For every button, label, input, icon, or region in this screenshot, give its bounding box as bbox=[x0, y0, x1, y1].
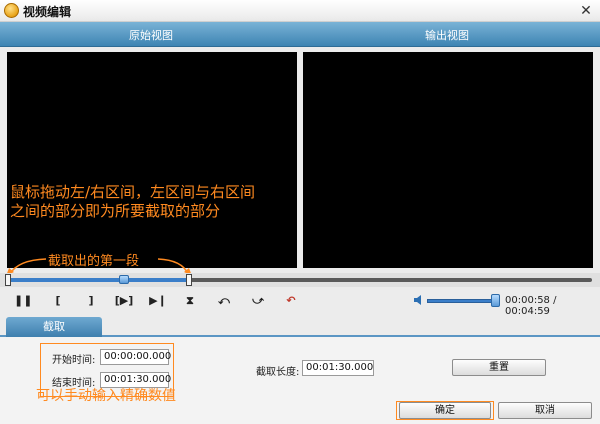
pause-button[interactable]: ❚❚ bbox=[14, 293, 32, 309]
start-time-label: 开始时间: bbox=[52, 355, 96, 366]
title-bar: 视频编辑 ✕ bbox=[0, 0, 600, 22]
output-video-pane bbox=[303, 52, 593, 268]
mark-out-button[interactable]: ] bbox=[82, 293, 100, 309]
tab-trim[interactable]: 截取 bbox=[6, 317, 102, 337]
volume-thumb[interactable] bbox=[491, 294, 500, 307]
time-readout: 00:00:58 / 00:04:59 bbox=[505, 295, 557, 317]
reset-button[interactable]: 重置 bbox=[452, 359, 546, 376]
play-segment-button[interactable]: [▶] bbox=[112, 293, 136, 309]
range-end-handle[interactable] bbox=[186, 274, 192, 286]
start-time-input[interactable]: 00:00:00.000 bbox=[100, 349, 171, 365]
output-view-label: 输出视图 bbox=[425, 29, 469, 42]
playhead-thumb[interactable] bbox=[119, 275, 129, 284]
skip-start-button[interactable]: ▶❙ bbox=[148, 293, 168, 309]
range-start-handle[interactable] bbox=[5, 274, 11, 286]
volume-icon[interactable] bbox=[413, 294, 425, 306]
view-headers: 原始视图 输出视图 bbox=[0, 22, 600, 47]
length-input[interactable]: 00:01:30.000 bbox=[302, 360, 374, 376]
mark-in-button[interactable]: [ bbox=[49, 293, 67, 309]
video-area bbox=[0, 47, 600, 273]
timeline-selection bbox=[8, 278, 188, 282]
ok-button[interactable]: 确定 bbox=[399, 402, 491, 419]
drag-hint-line2: 之间的部分即为所要截取的部分 bbox=[10, 202, 221, 220]
close-button[interactable]: ✕ bbox=[578, 3, 594, 19]
source-video-pane bbox=[7, 52, 297, 268]
volume-slider[interactable] bbox=[427, 299, 499, 303]
rotate-left-button[interactable]: ⤺ bbox=[215, 293, 233, 309]
timeline[interactable] bbox=[0, 273, 600, 287]
cut-button[interactable]: ⧗ bbox=[181, 293, 199, 309]
playback-controls: ❚❚ [ ] [▶] ▶❙ ⧗ ⤺ ⤻ ↶ 00:00:58 / 00:04:5… bbox=[0, 287, 600, 317]
window-title: 视频编辑 bbox=[23, 5, 72, 19]
source-view-label: 原始视图 bbox=[129, 29, 173, 42]
tab-bar: 截取 bbox=[0, 315, 600, 337]
rotate-right-button[interactable]: ⤻ bbox=[249, 293, 267, 309]
undo-button[interactable]: ↶ bbox=[282, 293, 300, 309]
first-segment-label: 截取出的第一段 bbox=[48, 254, 140, 269]
length-label: 截取长度: bbox=[256, 367, 300, 378]
trim-panel: 开始时间: 00:00:00.000 结束时间: 00:01:30.000 截取… bbox=[0, 337, 600, 424]
app-icon bbox=[4, 3, 19, 18]
cancel-button[interactable]: 取消 bbox=[498, 402, 592, 419]
drag-hint-line1: 鼠标拖动左/右区间，左区间与右区间 bbox=[10, 183, 256, 201]
manual-input-hint: 可以手动输入精确数值 bbox=[36, 388, 176, 404]
